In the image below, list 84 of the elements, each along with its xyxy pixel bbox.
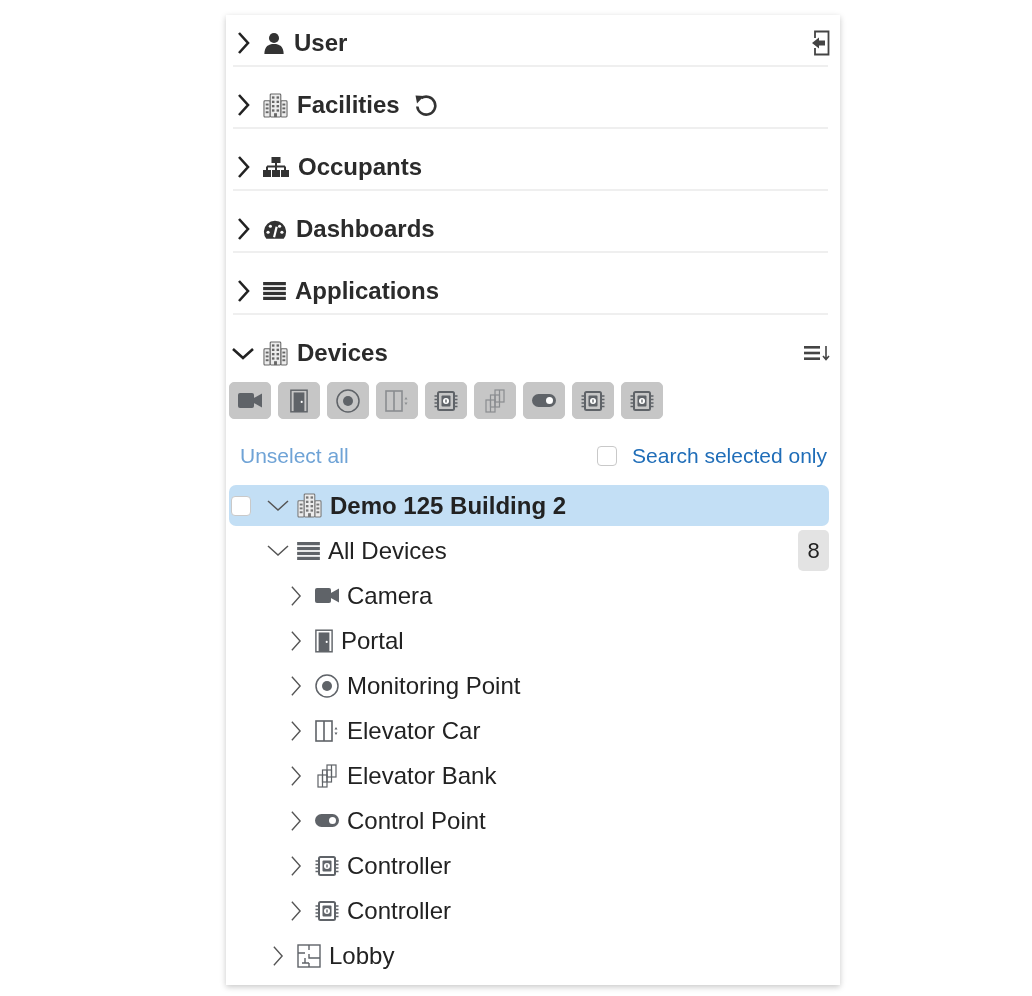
chevron-right-icon[interactable] [236, 93, 250, 117]
toggle-icon [532, 394, 556, 407]
tree-label: Elevator Car [347, 716, 481, 745]
chevron-right-icon[interactable] [236, 217, 250, 241]
tree-row[interactable]: Monitoring Point [229, 663, 829, 708]
chip-icon [315, 899, 339, 922]
video-camera-icon [238, 393, 262, 408]
section-title[interactable]: Devices [297, 339, 388, 367]
video-camera-icon [315, 588, 339, 603]
tree-label: Control Point [347, 806, 486, 835]
tree-row[interactable]: Controller [229, 843, 829, 888]
refresh-icon[interactable] [413, 93, 438, 117]
floor-plan-icon [297, 943, 321, 968]
door-icon [290, 388, 308, 413]
tree-label: Controller [347, 896, 452, 925]
building-icon [263, 92, 288, 118]
tree-row[interactable]: Portal [229, 618, 829, 663]
chevron-right-icon[interactable] [290, 809, 302, 832]
person-icon [263, 32, 285, 54]
filter-button[interactable] [278, 382, 320, 419]
list-icon [263, 282, 286, 300]
list-icon [297, 541, 320, 560]
toggle-icon [315, 814, 339, 827]
chevron-right-icon[interactable] [290, 854, 302, 877]
tree-row[interactable]: Control Point [229, 798, 829, 843]
chevron-right-icon[interactable] [236, 31, 250, 55]
tree-row[interactable]: Lobby [229, 933, 829, 978]
tree-row[interactable]: Demo 125 Building 2 [229, 485, 829, 526]
tree-row[interactable]: Elevator Car [229, 708, 829, 753]
chevron-down-icon[interactable] [266, 544, 290, 557]
tree-label: Demo 125 Building 2 [330, 491, 567, 520]
section-title[interactable]: Dashboards [296, 215, 435, 243]
sign-in-icon[interactable] [810, 30, 830, 56]
tree-label: Controller [347, 851, 452, 880]
building-icon [263, 340, 288, 366]
filter-button[interactable] [327, 382, 369, 419]
chevron-right-icon[interactable] [290, 899, 302, 922]
section-title[interactable]: Applications [295, 277, 439, 305]
filter-button[interactable] [425, 382, 467, 419]
tree-label: Portal [341, 626, 404, 655]
tree-label: Monitoring Point [347, 671, 521, 700]
checkbox[interactable] [597, 446, 618, 466]
chevron-right-icon[interactable] [290, 719, 302, 742]
filter-button[interactable] [523, 382, 565, 419]
sort-icon[interactable] [804, 345, 830, 361]
chip-icon [315, 854, 339, 877]
elevator-icon [315, 718, 339, 743]
building-icon [297, 493, 322, 518]
stacked-panels-icon [483, 388, 507, 413]
section-title[interactable]: User [294, 29, 348, 57]
chevron-down-icon[interactable] [231, 346, 255, 360]
org-chart-icon [263, 157, 289, 177]
chevron-right-icon[interactable] [236, 155, 250, 179]
gauge-icon [263, 218, 287, 240]
section-title[interactable]: Facilities [297, 91, 400, 119]
chip-icon [630, 389, 654, 412]
dot-circle-icon [336, 388, 360, 413]
search-selected-only-label[interactable]: Search selected only [632, 444, 827, 468]
door-icon [315, 628, 333, 653]
filter-button[interactable] [572, 382, 614, 419]
chevron-right-icon[interactable] [290, 764, 302, 787]
section-title[interactable]: Occupants [298, 153, 423, 181]
tree-label: Elevator Bank [347, 761, 497, 790]
tree-row[interactable]: Controller [229, 888, 829, 933]
tree-label: All Devices [328, 536, 447, 565]
filter-button[interactable] [621, 382, 663, 419]
chip-icon [581, 389, 605, 412]
dot-circle-icon [315, 673, 339, 698]
chevron-right-icon[interactable] [290, 674, 302, 697]
stacked-panels-icon [315, 763, 339, 788]
chevron-right-icon[interactable] [290, 584, 302, 607]
checkbox[interactable] [231, 495, 251, 516]
tree-row[interactable]: Elevator Bank [229, 753, 829, 798]
count-badge: 8 [798, 530, 829, 571]
chip-icon [434, 389, 458, 412]
filter-button[interactable] [229, 382, 271, 419]
tree-label: Lobby [329, 941, 395, 970]
chevron-right-icon[interactable] [236, 279, 250, 303]
elevator-icon [385, 388, 409, 413]
tree-label: Camera [347, 581, 433, 610]
chevron-right-icon[interactable] [272, 944, 284, 967]
tree-row[interactable]: All Devices 8 [229, 528, 829, 573]
tree-row[interactable]: Camera [229, 573, 829, 618]
chevron-right-icon[interactable] [290, 629, 302, 652]
